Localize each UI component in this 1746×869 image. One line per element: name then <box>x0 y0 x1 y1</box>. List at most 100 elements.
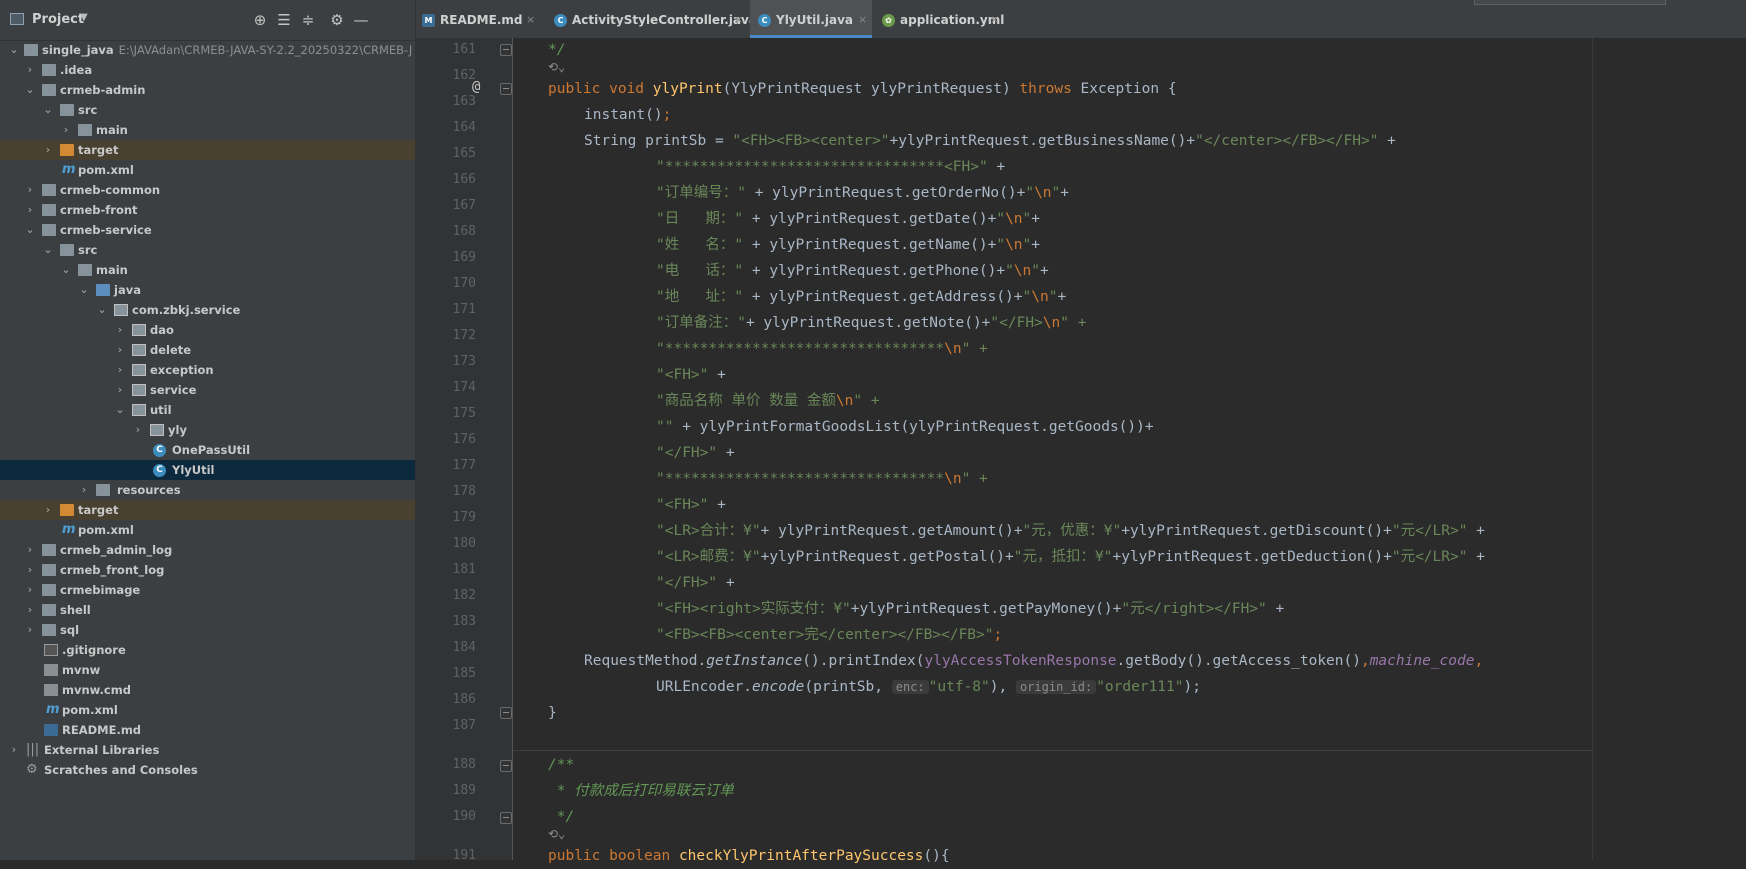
chevron-right-icon[interactable]: › <box>114 340 126 360</box>
tree-item[interactable]: › target <box>0 500 415 520</box>
tree-item-selected[interactable]: C YlyUtil <box>0 460 415 480</box>
chevron-right-icon[interactable]: › <box>42 500 54 520</box>
code-token: "********************************<FH>" <box>656 159 988 175</box>
chevron-right-icon[interactable]: › <box>42 140 54 160</box>
tree-item[interactable]: ⌄ crmeb-admin <box>0 80 415 100</box>
locate-icon[interactable]: ⊕ <box>251 11 269 29</box>
tree-item[interactable]: › sql <box>0 620 415 640</box>
tree-item[interactable]: › crmebimage <box>0 580 415 600</box>
tree-item[interactable]: › crmeb-front <box>0 200 415 220</box>
tree-item[interactable]: › target <box>0 140 415 160</box>
close-icon[interactable]: × <box>858 0 867 40</box>
maven-icon: m <box>46 702 60 717</box>
chevron-down-icon[interactable]: ⌄ <box>24 220 36 240</box>
expand-all-icon[interactable]: ☰ <box>275 11 293 29</box>
tree-item[interactable]: m pom.xml <box>0 520 415 540</box>
tree-item[interactable]: ⚙ Scratches and Consoles <box>0 760 415 780</box>
chevron-down-icon[interactable]: ⌄ <box>42 240 54 260</box>
tree-item[interactable]: › crmeb-common <box>0 180 415 200</box>
chevron-right-icon[interactable]: › <box>24 580 36 600</box>
chevron-down-icon[interactable]: ⌄ <box>42 100 54 120</box>
close-icon[interactable]: × <box>990 0 999 40</box>
close-icon[interactable]: × <box>526 0 535 40</box>
tree-item[interactable]: ⌄ src <box>0 100 415 120</box>
module-folder-icon <box>42 224 56 236</box>
line-number: 164 <box>452 120 476 135</box>
tree-item[interactable]: ⌄ main <box>0 260 415 280</box>
chevron-down-icon[interactable]: ⌄ <box>8 40 20 60</box>
hide-icon[interactable]: — <box>352 11 370 29</box>
code-line: "订单编号：" + ylyPrintRequest.getOrderNo()+"… <box>656 180 1069 206</box>
chevron-right-icon[interactable]: › <box>24 180 36 200</box>
tree-item[interactable]: › delete <box>0 340 415 360</box>
tree-item[interactable]: ⌄ com.zbkj.service <box>0 300 415 320</box>
tree-item[interactable]: › main <box>0 120 415 140</box>
tree-item[interactable]: › service <box>0 380 415 400</box>
tree-item[interactable]: › crmeb_front_log <box>0 560 415 580</box>
tree-item-path: E:\JAVAdan\CRMEB-JAVA-SY-2.2_20250322\CR… <box>118 43 413 57</box>
chevron-right-icon[interactable]: › <box>114 360 126 380</box>
method-separator <box>513 750 1592 751</box>
tree-item[interactable]: .gitignore <box>0 640 415 660</box>
chevron-right-icon[interactable]: › <box>24 600 36 620</box>
chevron-right-icon[interactable]: › <box>60 120 72 140</box>
tree-item[interactable]: C OnePassUtil <box>0 440 415 460</box>
tree-item-label: crmeb_admin_log <box>60 543 173 557</box>
override-marker-icon[interactable]: @ <box>472 79 480 95</box>
tree-item[interactable]: ⌄ java <box>0 280 415 300</box>
tree-item[interactable]: ⌄ src <box>0 240 415 260</box>
chevron-right-icon[interactable]: › <box>132 420 144 440</box>
chevron-down-icon[interactable]: ⌄ <box>60 260 72 280</box>
chevron-right-icon[interactable]: › <box>24 60 36 80</box>
chevron-down-icon[interactable]: ⌄ <box>78 280 90 300</box>
tree-item[interactable]: › crmeb_admin_log <box>0 540 415 560</box>
project-panel-title[interactable]: Project <box>32 12 84 27</box>
ide-window: Project ▼ ⊕ ☰ ≑ ⚙ — ⌄ single_java E:\JAVA… <box>0 0 1746 864</box>
tree-item[interactable]: m pom.xml <box>0 160 415 180</box>
tree-item[interactable]: › dao <box>0 320 415 340</box>
tree-item[interactable]: README.md <box>0 720 415 740</box>
code-token: + ylyPrintRequest.getNote()+ <box>745 315 991 331</box>
fold-marker-icon[interactable] <box>500 83 512 95</box>
tab-activitystylecontroller[interactable]: C ActivityStyleController.java × <box>546 0 757 40</box>
close-icon[interactable]: × <box>734 0 743 40</box>
fold-marker-icon[interactable] <box>500 812 512 824</box>
code-line: "<FH>" + <box>656 362 726 388</box>
chevron-right-icon[interactable]: › <box>78 480 90 500</box>
tree-item[interactable]: › yly <box>0 420 415 440</box>
tab-application-yml[interactable]: ✿ application.yml × <box>874 0 1004 38</box>
tab-ylyutil[interactable]: C YlyUtil.java × <box>750 0 872 38</box>
chevron-right-icon[interactable]: › <box>24 200 36 220</box>
tree-item[interactable]: ⌄ crmeb-service <box>0 220 415 240</box>
chevron-right-icon[interactable]: › <box>24 620 36 640</box>
collapse-all-icon[interactable]: ≑ <box>299 11 317 29</box>
chevron-down-icon[interactable]: ⌄ <box>114 400 126 420</box>
chevron-down-icon[interactable]: ▼ <box>80 12 88 23</box>
chevron-right-icon[interactable]: › <box>114 320 126 340</box>
search-everywhere-field[interactable] <box>1474 0 1666 5</box>
chevron-down-icon[interactable]: ⌄ <box>24 80 36 100</box>
fold-marker-icon[interactable] <box>500 760 512 772</box>
code-line: "<LR>邮费：¥"+ylyPrintRequest.getPostal()+"… <box>656 544 1485 570</box>
tree-item[interactable]: ⌄ single_java E:\JAVAdan\CRMEB-JAVA-SY-2.… <box>0 40 415 60</box>
chevron-down-icon[interactable]: ⌄ <box>96 300 108 320</box>
chevron-right-icon[interactable]: › <box>114 380 126 400</box>
tree-item[interactable]: mvnw <box>0 660 415 680</box>
chevron-right-icon[interactable]: › <box>24 540 36 560</box>
gear-icon[interactable]: ⚙ <box>328 11 346 29</box>
fold-marker-icon[interactable] <box>500 707 512 719</box>
tab-readme[interactable]: M README.md × <box>422 0 542 38</box>
chevron-right-icon[interactable]: › <box>8 740 20 760</box>
chevron-right-icon[interactable]: › <box>24 560 36 580</box>
package-icon <box>114 304 128 316</box>
tree-item[interactable]: m pom.xml <box>0 700 415 720</box>
tree-item[interactable]: ⌄ util <box>0 400 415 420</box>
tree-item[interactable]: › exception <box>0 360 415 380</box>
tree-item-label: crmebimage <box>60 583 141 597</box>
tree-item[interactable]: › ||| External Libraries <box>0 740 415 760</box>
tree-item[interactable]: › .idea <box>0 60 415 80</box>
tree-item[interactable]: mvnw.cmd <box>0 680 415 700</box>
tree-item[interactable]: › shell <box>0 600 415 620</box>
tree-item[interactable]: › resources <box>0 480 415 500</box>
fold-marker-icon[interactable] <box>500 44 512 56</box>
